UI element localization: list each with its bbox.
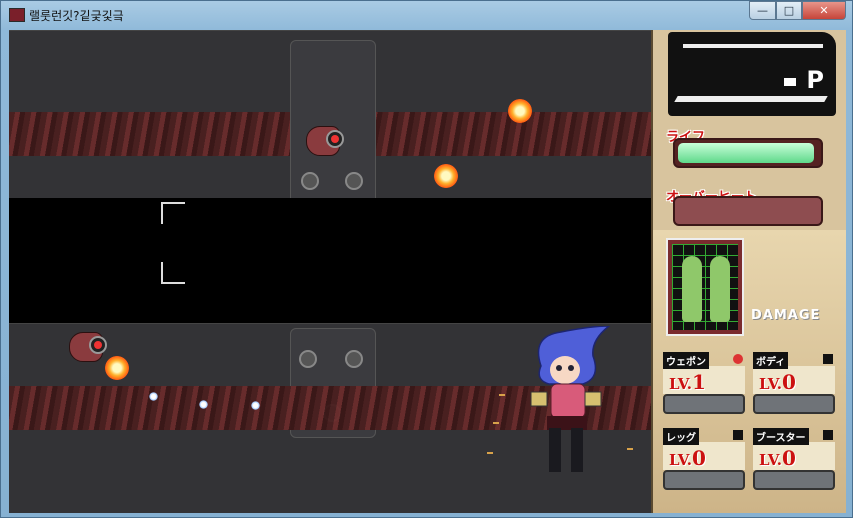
leg-indicator-icon [733, 430, 743, 440]
damage-label: DAMAGE [751, 308, 821, 323]
life-bar-fill [678, 143, 814, 163]
title-bar[interactable]: 랠룻런깃?깉긏깇긐 — □ ✕ [1, 1, 853, 29]
app-icon [9, 8, 25, 22]
body-side-figure [710, 256, 730, 322]
slot-bar [753, 470, 835, 490]
player-bullet [149, 392, 158, 401]
window-frame: 랠룻런깃?깉긏깇긐 — □ ✕ P DAMAGE ウェポン LV.1 ボディ L… [0, 0, 853, 518]
robot-eye-icon [326, 130, 344, 148]
slot-level: LV.0 [759, 446, 796, 470]
spark-effect [493, 422, 499, 424]
hud-panel: P ライフ オーバーヒート DAMAGE ウェポン LV.1 ボディ [651, 30, 846, 513]
slot-label: ブースター [753, 428, 809, 445]
minimize-button[interactable]: — [749, 1, 776, 20]
vent-icon [299, 350, 317, 368]
slot-level: LV.1 [669, 370, 706, 394]
slot-level: LV.0 [669, 446, 706, 470]
enemy-robot-upper [306, 122, 346, 156]
window-title: 랠룻런깃?깉긏깇긐 [29, 9, 124, 23]
player-bullet [199, 400, 208, 409]
body-slot: ボディ LV.0 [753, 352, 835, 414]
spark-effect [627, 448, 633, 450]
life-bar [673, 138, 823, 168]
fireball-projectile [434, 164, 458, 188]
robot-eye-icon [89, 336, 107, 354]
enemy-robot-lower [69, 328, 109, 362]
fireball-projectile [105, 356, 129, 380]
vent-icon [345, 350, 363, 368]
slot-level: LV.0 [759, 370, 796, 394]
overheat-bar [673, 196, 823, 226]
booster-indicator-icon [823, 430, 833, 440]
score-display: P [668, 32, 836, 116]
vent-icon [345, 172, 363, 190]
weapon-indicator-icon [733, 354, 743, 364]
bracket-mark [161, 202, 185, 204]
booster-slot: ブースター LV.0 [753, 428, 835, 490]
leg-slot: レッグ LV.0 [663, 428, 745, 490]
spark-effect [487, 452, 493, 454]
dark-corridor [9, 198, 651, 323]
slot-label: ボディ [753, 352, 789, 369]
score-label: P [806, 66, 824, 94]
player-character [530, 326, 611, 472]
bracket-mark [161, 202, 163, 224]
close-button[interactable]: ✕ [802, 1, 846, 20]
slot-label: ウェポン [663, 352, 709, 369]
slot-bar [753, 394, 835, 414]
vent-icon [301, 172, 319, 190]
game-viewport[interactable] [9, 30, 651, 513]
weapon-slot: ウェポン LV.1 [663, 352, 745, 414]
body-indicator-icon [823, 354, 833, 364]
slot-bar [663, 394, 745, 414]
spark-effect [499, 394, 505, 396]
maximize-button[interactable]: □ [776, 1, 802, 20]
player-bullet [251, 401, 260, 410]
fireball-projectile [508, 99, 532, 123]
slot-bar [663, 470, 745, 490]
damage-status-panel [666, 238, 744, 336]
bracket-mark [161, 262, 163, 284]
bracket-mark [161, 282, 185, 284]
body-front-figure [682, 256, 702, 322]
slot-label: レッグ [663, 428, 699, 445]
